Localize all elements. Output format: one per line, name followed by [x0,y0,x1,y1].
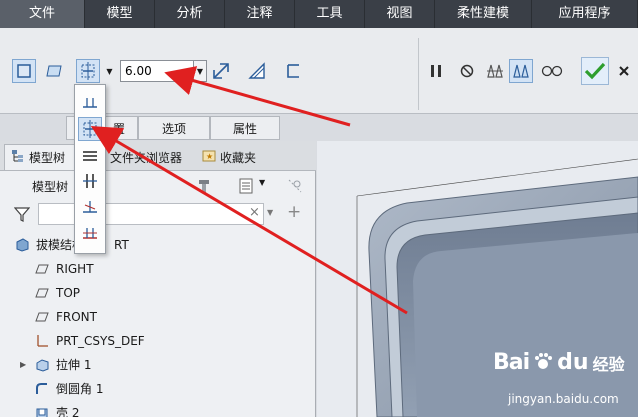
depth-value-input[interactable] [120,60,194,82]
model-tree-icon [11,149,25,166]
svg-text:★: ★ [206,152,213,161]
surface-icon[interactable] [42,59,66,83]
tree-item-top[interactable]: TOP [34,281,80,304]
blind-depth-icon[interactable] [78,91,102,115]
tree-item-csys[interactable]: PRT_CSYS_DEF [34,329,145,352]
cancel-icon[interactable] [612,59,636,83]
tab-properties[interactable]: 属性 [210,116,280,140]
filter-icon [13,206,31,225]
shell-icon [34,405,50,417]
navigator-tabs: 模型树 文件夹浏览器 ★ 收藏夹 [0,141,316,171]
watermark-url: jingyan.baidu.com [508,392,619,406]
tree-item-label: TOP [56,285,81,300]
tree-item-label: 拉伸 1 [56,358,92,372]
part-icon [14,237,30,253]
show-options-icon[interactable] [235,176,257,196]
remove-material-icon[interactable] [245,59,269,83]
filter-input[interactable] [38,203,264,225]
tree-item-label: FRONT [56,309,97,324]
datum-plane-icon [34,309,50,325]
watermark-brand-tail: du [557,350,589,375]
ribbon-separator [418,38,419,110]
feature-preview-icon[interactable] [509,59,533,83]
tree-root-part[interactable]: 拔模结构 RT [14,233,129,256]
to-next-icon[interactable] [78,143,102,167]
tree-item-right[interactable]: RIGHT [34,257,94,280]
watermark-sub: 经验 [592,354,625,374]
tree-item-extrude[interactable]: ▶ 拉伸 1 [20,353,91,376]
through-all-icon[interactable] [78,169,102,193]
menu-annotate[interactable]: 注释 [225,0,295,28]
tab-favorites[interactable]: ★ 收藏夹 [196,144,268,170]
add-filter-icon[interactable]: + [287,202,301,222]
menu-analysis[interactable]: 分析 [155,0,225,28]
expand-arrow-icon[interactable]: ▶ [20,360,30,369]
model-tree-header: 模型树 ▼ [0,172,316,200]
menu-applications[interactable]: 应用程序 [532,0,638,28]
paw-icon [533,351,553,374]
flip-direction-icon[interactable] [209,59,233,83]
filter-dropdown-icon[interactable]: ▼ [267,208,273,217]
no-preview-icon[interactable] [455,59,479,83]
tree-item-label: PRT_CSYS_DEF [56,333,145,348]
datum-plane-icon [34,285,50,301]
extrude-icon [34,357,50,373]
tab-favorites-label: 收藏夹 [220,150,257,165]
round-icon [34,381,50,397]
tree-item-label: 倒圆角 1 [56,382,104,396]
tab-folder-browser-label: 文件夹浏览器 [110,150,183,165]
tab-options[interactable]: 选项 [138,116,210,140]
thicken-sketch-icon[interactable] [281,59,305,83]
menu-tools[interactable]: 工具 [295,0,365,28]
tree-item-label: RIGHT [56,261,94,276]
menu-flexible-modeling[interactable]: 柔性建模 [435,0,532,28]
clear-filter-icon[interactable]: × [249,205,260,220]
tree-item-label: 壳 2 [56,406,80,417]
tree-item-round[interactable]: 倒圆角 1 [34,377,103,400]
model-tree-title: 模型树 [32,180,69,194]
menu-bar: 文件 模型 分析 注释 工具 视图 柔性建模 应用程序 [0,0,638,28]
navigator-panel: 模型树 文件夹浏览器 ★ 收藏夹 模型树 ▼ × ▼ + 拔模结构 RT RIG… [0,141,316,417]
highlight-filter-icon[interactable] [284,176,306,196]
confirm-icon[interactable] [581,57,609,85]
to-selected-icon[interactable] [78,221,102,245]
graphics-area[interactable] [317,141,638,417]
through-until-icon[interactable] [78,195,102,219]
show-options-dropdown-icon[interactable]: ▼ [259,178,265,187]
tab-model-tree-label: 模型树 [29,151,66,165]
menu-model[interactable]: 模型 [85,0,155,28]
tree-item-shell[interactable]: 壳 2 [34,401,79,417]
menu-file[interactable]: 文件 [0,0,85,28]
geometry-preview-icon[interactable] [483,59,507,83]
symmetric-depth-icon[interactable] [76,59,100,83]
watermark-brand: Bai [493,350,530,375]
menu-view[interactable]: 视图 [365,0,435,28]
tree-root-label-suffix: RT [114,237,129,252]
baidu-watermark: Bai du 经验 [493,350,625,375]
tree-item-front[interactable]: FRONT [34,305,97,328]
settings-icon[interactable] [193,176,215,196]
solid-icon[interactable] [12,59,36,83]
filter-row: × ▼ + [0,201,316,227]
verify-mode-icon[interactable] [540,59,564,83]
depth-value-dropdown-icon[interactable]: ▼ [194,60,207,82]
symmetric-depth-option-icon[interactable] [78,117,102,141]
depth-options-menu [74,84,106,254]
depth-options-dropdown-icon[interactable]: ▼ [103,63,116,79]
pause-icon[interactable] [424,59,448,83]
tab-folder-browser[interactable]: 文件夹浏览器 [104,144,192,170]
csys-icon [34,333,50,349]
datum-plane-icon [34,261,50,277]
favorites-icon: ★ [202,149,216,166]
part-model-view [356,158,638,417]
